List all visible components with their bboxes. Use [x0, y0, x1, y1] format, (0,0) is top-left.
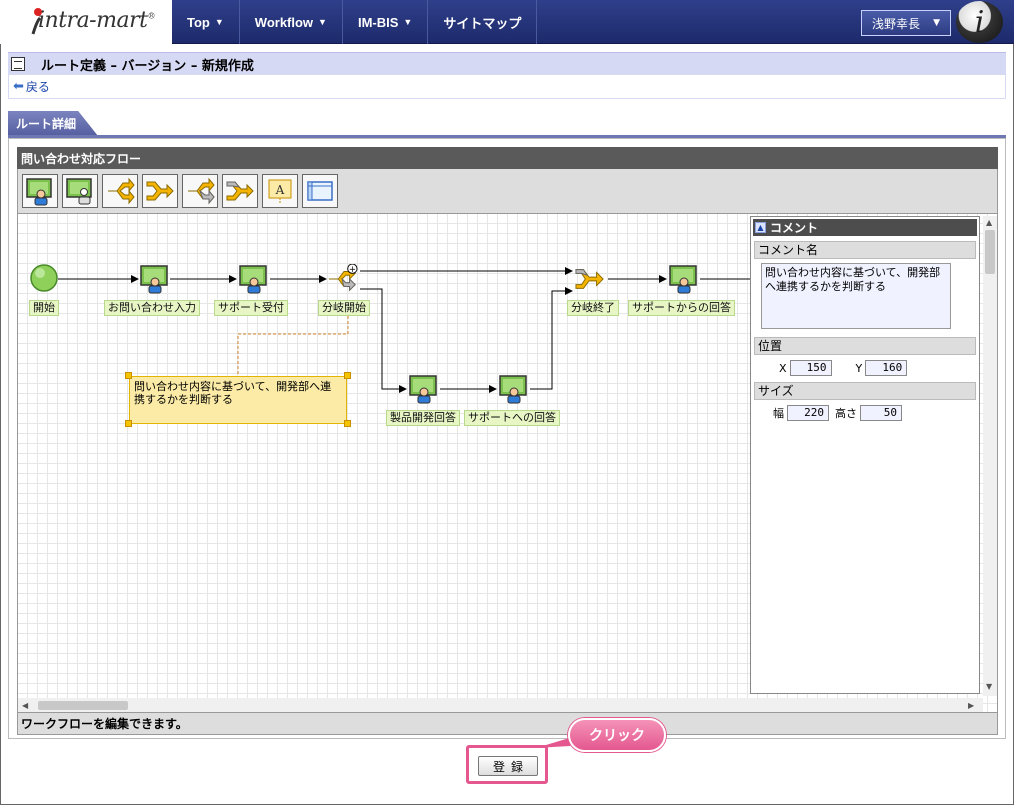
tool-window-frame[interactable]	[302, 174, 338, 208]
click-callout: クリック	[568, 718, 666, 752]
branch-end-node-icon[interactable]	[574, 264, 606, 294]
page-title-bar: ルート定義 – バージョン – 新規作成	[8, 52, 1006, 75]
text-annotation-icon: A	[268, 179, 292, 204]
branch-start-gray-icon	[188, 177, 215, 205]
page-title: ルート定義 – バージョン – 新規作成	[41, 58, 254, 74]
back-arrow-icon: ⬅	[13, 79, 24, 94]
y-input[interactable]: 160	[865, 360, 908, 376]
nav-top[interactable]: Top ▼	[172, 0, 240, 44]
user-task-icon[interactable]	[237, 264, 269, 294]
resize-handle[interactable]	[344, 372, 351, 379]
height-input[interactable]: 50	[860, 405, 902, 421]
resize-handle[interactable]	[125, 420, 132, 427]
nav-im-bis[interactable]: IM-BIS ▼	[343, 0, 429, 44]
chevron-down-icon: ▼	[214, 17, 224, 27]
comment-name-section: コメント名	[754, 241, 976, 259]
logo-area[interactable]: intra-mart®	[0, 0, 172, 44]
tool-branch-start-gray[interactable]	[182, 174, 218, 208]
vertical-scrollbar[interactable]: ▲ ▼	[983, 216, 997, 696]
nav-sitemap[interactable]: サイトマップ	[428, 0, 538, 44]
svg-text:A: A	[275, 183, 285, 197]
tool-branch-start[interactable]	[102, 174, 138, 208]
branch-end-gray-icon	[226, 181, 254, 201]
node-label-support-accept[interactable]: サポート受付	[214, 300, 288, 316]
branch-start-node-icon[interactable]: +	[327, 264, 359, 294]
tab-route-detail[interactable]: ルート詳細	[8, 111, 98, 136]
properties-title: コメント	[770, 221, 819, 235]
back-bar: ⬅ 戻る	[8, 75, 1006, 99]
register-button[interactable]: 登録	[478, 756, 538, 776]
user-task-icon[interactable]	[667, 264, 699, 294]
comment-name-textarea[interactable]	[761, 263, 951, 329]
node-label-product-dev-answer[interactable]: 製品開発回答	[386, 410, 460, 426]
chevron-down-icon: ▼	[933, 18, 940, 28]
collapse-icon[interactable]: ▲	[755, 222, 766, 233]
properties-panel: ▲ コメント コメント名 位置 X 150 Y 160 サイズ 幅 220 高さ…	[750, 216, 980, 694]
back-link[interactable]: 戻る	[26, 78, 50, 95]
branch-start-icon	[108, 177, 135, 205]
tool-multi-user-task[interactable]	[62, 174, 98, 208]
x-label: X	[779, 361, 787, 375]
status-bar: ワークフローを編集できます。	[17, 713, 998, 735]
logo-text: intra-mart®	[38, 8, 155, 33]
user-task-icon[interactable]	[138, 264, 170, 294]
size-row: 幅 220 高さ 50	[751, 404, 979, 422]
user-task-icon	[26, 178, 52, 206]
nav-workflow[interactable]: Workflow ▼	[240, 0, 343, 44]
window-frame-icon	[307, 181, 333, 201]
top-header: intra-mart® Top ▼ Workflow ▼ IM-BIS ▼ サイトマッ…	[0, 0, 1014, 44]
width-input[interactable]: 220	[787, 405, 829, 421]
document-icon	[11, 57, 25, 71]
vertical-scroll-thumb[interactable]	[985, 230, 995, 274]
start-node-icon[interactable]	[28, 262, 60, 292]
position-row: X 150 Y 160	[751, 359, 979, 377]
tool-text-annotation[interactable]: A	[262, 174, 298, 208]
node-label-branch-end[interactable]: 分岐終了	[567, 300, 619, 316]
node-label-support-answer[interactable]: サポートからの回答	[628, 300, 735, 316]
info-icon: i	[974, 4, 985, 40]
height-label: 高さ	[835, 407, 857, 420]
avatar[interactable]: i	[956, 1, 1003, 43]
width-label: 幅	[773, 407, 784, 420]
properties-header: ▲ コメント	[753, 219, 977, 236]
svg-text:+: +	[349, 264, 356, 274]
flow-canvas[interactable]: 開始 お問い合わせ入力 サポート受付 + 分岐開始 分岐終了 サポートからの回答…	[17, 213, 998, 713]
x-input[interactable]: 150	[789, 360, 832, 376]
comment-annotation[interactable]: 問い合わせ内容に基づいて、開発部へ連携するかを判断する	[129, 376, 347, 424]
horizontal-scroll-thumb[interactable]	[38, 701, 128, 710]
node-label-start[interactable]: 開始	[29, 300, 59, 316]
size-section: サイズ	[754, 382, 976, 400]
scroll-left-icon[interactable]: ◀	[22, 701, 28, 710]
tool-user-task[interactable]	[22, 174, 58, 208]
resize-handle[interactable]	[344, 420, 351, 427]
multi-user-task-icon	[66, 178, 92, 205]
horizontal-scrollbar[interactable]: ◀ ▶	[18, 698, 983, 712]
flow-toolbar: A	[17, 169, 998, 213]
node-label-branch-start[interactable]: 分岐開始	[318, 300, 370, 316]
flow-editor-panel: 問い合わせ対応フロー A 開始 お問い合わせ入力 サポート受付 + 分岐開始 分…	[8, 138, 1006, 739]
user-task-icon[interactable]	[497, 374, 529, 404]
scroll-up-icon[interactable]: ▲	[986, 218, 992, 227]
branch-end-icon	[146, 181, 174, 201]
resize-handle[interactable]	[125, 372, 132, 379]
node-label-answer-to-support[interactable]: サポートへの回答	[464, 410, 560, 426]
tool-branch-end[interactable]	[142, 174, 178, 208]
chevron-down-icon: ▼	[403, 17, 413, 27]
user-menu-button[interactable]: 浅野幸長 ▼	[861, 10, 951, 36]
register-highlight: 登録	[466, 745, 548, 784]
chevron-down-icon: ▼	[318, 17, 327, 27]
user-task-icon[interactable]	[407, 374, 439, 404]
node-label-inquiry-input[interactable]: お問い合わせ入力	[104, 300, 200, 316]
tool-branch-end-gray[interactable]	[222, 174, 258, 208]
main-nav: Top ▼ Workflow ▼ IM-BIS ▼ サイトマップ	[172, 0, 538, 44]
user-name: 浅野幸長	[872, 16, 921, 31]
y-label: Y	[855, 361, 863, 375]
scroll-right-icon[interactable]: ▶	[968, 701, 974, 710]
scroll-down-icon[interactable]: ▼	[986, 682, 992, 691]
comment-annotation-text: 問い合わせ内容に基づいて、開発部へ連携するかを判断する	[134, 380, 332, 406]
position-section: 位置	[754, 337, 976, 355]
flow-title: 問い合わせ対応フロー	[17, 147, 998, 169]
flow-connectors	[58, 267, 758, 393]
